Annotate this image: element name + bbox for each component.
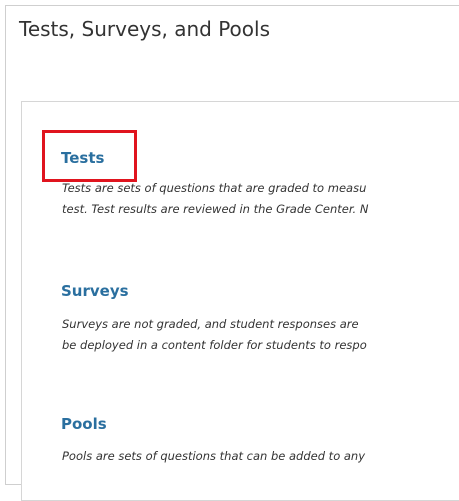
pools-description-line-1: Pools are sets of questions that can be … [62,449,366,463]
surveys-description-line-2: be deployed in a content folder for stud… [62,338,367,352]
pools-link[interactable]: Pools [61,415,107,433]
tests-description-line-1: Tests are sets of questions that are gra… [62,181,367,195]
tests-link[interactable]: Tests [61,149,104,167]
surveys-link[interactable]: Surveys [61,282,129,300]
surveys-description-line-1: Surveys are not graded, and student resp… [62,317,359,331]
page-title: Tests, Surveys, and Pools [19,17,271,41]
tests-description-line-2: test. Test results are reviewed in the G… [62,202,369,216]
